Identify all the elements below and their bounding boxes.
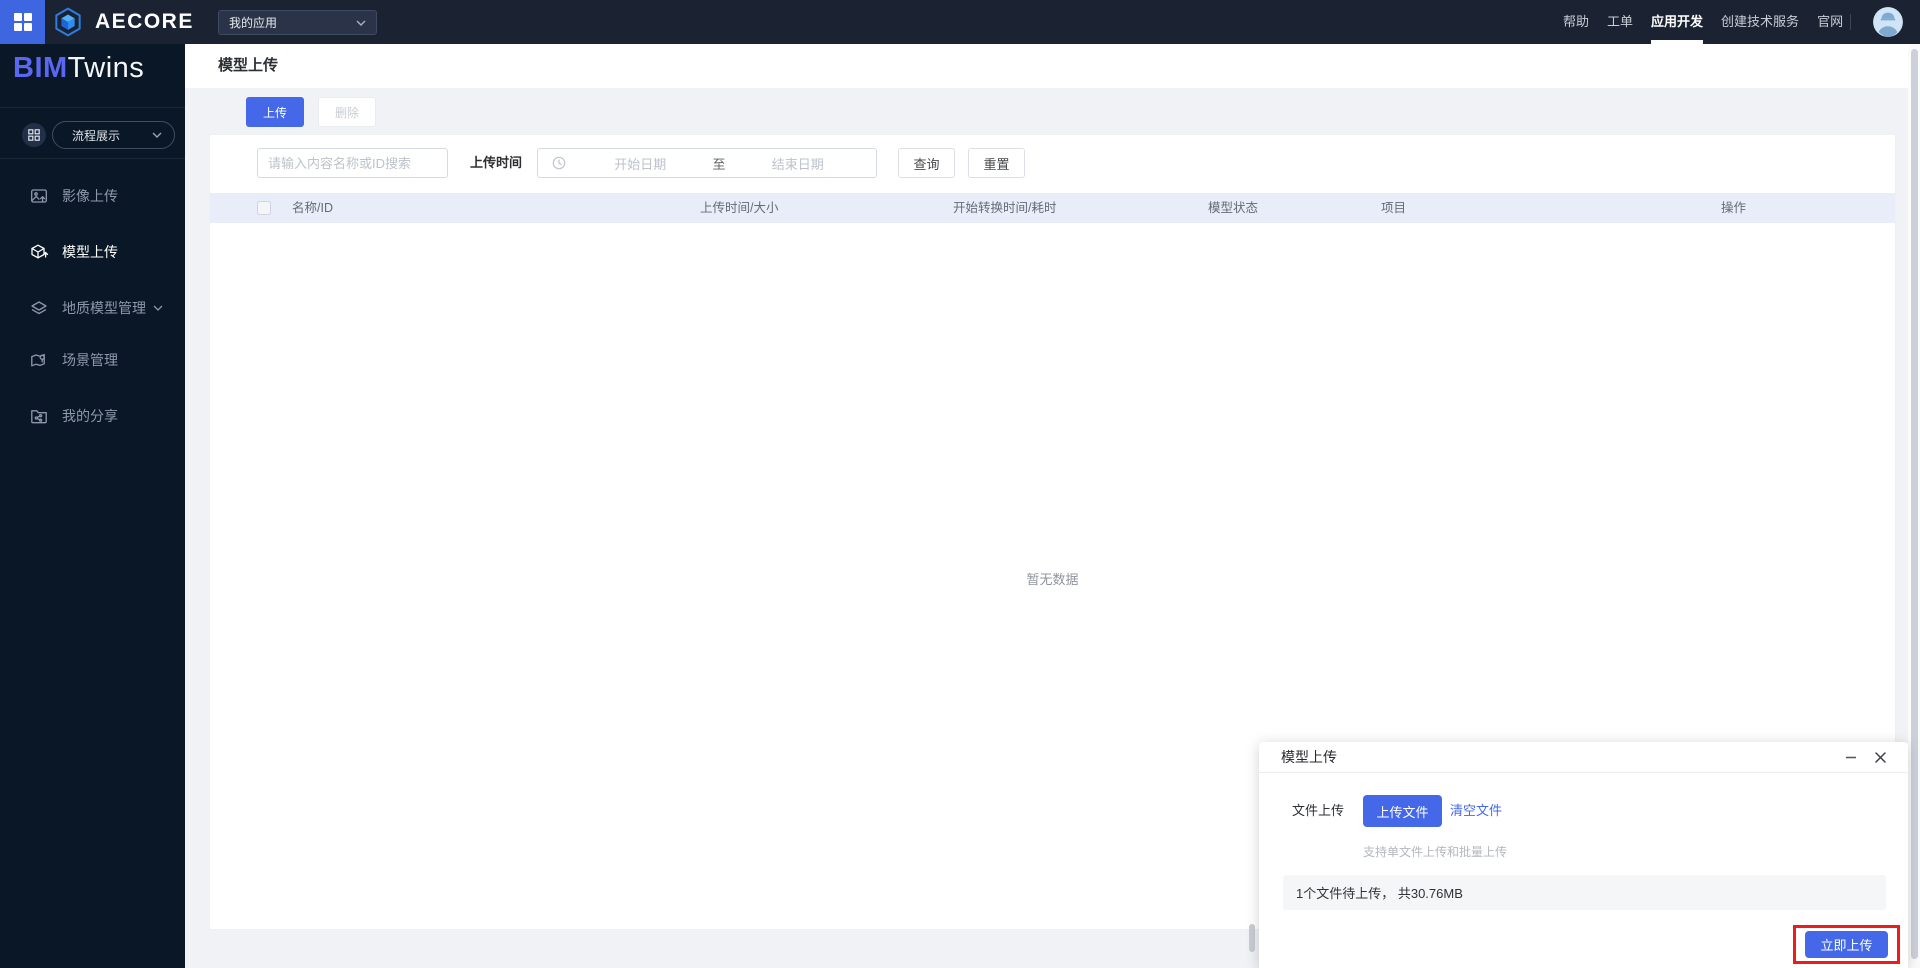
topbar-divider xyxy=(1850,14,1851,30)
search-input[interactable] xyxy=(257,148,448,178)
column-header-project: 项目 xyxy=(1381,201,1407,215)
sidebar-divider xyxy=(0,107,185,108)
app-launcher-button[interactable] xyxy=(0,0,45,44)
date-range-separator: 至 xyxy=(712,156,726,172)
workspace-select-value: 流程展示 xyxy=(72,128,121,143)
my-share-icon xyxy=(30,407,48,425)
empty-state-text: 暂无数据 xyxy=(1026,572,1079,587)
file-summary-box: 1个文件待上传， 共30.76MB xyxy=(1283,875,1886,910)
sidebar-item-label: 模型上传 xyxy=(62,244,118,260)
grid-outline-icon xyxy=(28,129,40,141)
modal-actions xyxy=(1843,749,1888,765)
workspace-row: 流程展示 xyxy=(0,121,185,149)
select-all-checkbox[interactable] xyxy=(257,201,271,215)
workspace-grid-button[interactable] xyxy=(22,123,46,147)
topbar-nav: 帮助 工单 应用开发 创建技术服务 官网 xyxy=(1563,0,1843,44)
delete-button[interactable]: 删除 xyxy=(318,97,376,127)
sidebar-item-label: 地质模型管理 xyxy=(62,300,146,316)
end-date-placeholder[interactable]: 结束日期 xyxy=(730,154,867,173)
nav-help[interactable]: 帮助 xyxy=(1563,0,1589,44)
file-upload-label: 文件上传 xyxy=(1292,803,1345,818)
column-header-model-status: 模型状态 xyxy=(1208,201,1259,215)
minimize-icon[interactable] xyxy=(1843,749,1859,765)
upload-file-button[interactable]: 上传文件 xyxy=(1363,795,1442,827)
image-upload-icon xyxy=(30,187,48,205)
upload-button[interactable]: 上传 xyxy=(246,97,304,127)
modal-title: 模型上传 xyxy=(1281,749,1337,765)
sidebar-divider xyxy=(0,158,185,159)
app-select-dropdown[interactable]: 我的应用 xyxy=(218,10,377,35)
topbar: AECORE 我的应用 帮助 工单 应用开发 创建技术服务 官网 xyxy=(0,0,1920,44)
page-scrollbar[interactable] xyxy=(1908,44,1920,968)
column-header-convert-time: 开始转换时间/耗时 xyxy=(953,201,1057,215)
file-upload-row: 文件上传 上传文件 清空文件 xyxy=(1259,795,1908,827)
sidebar-item-geology-model[interactable]: 地质模型管理 xyxy=(0,288,185,328)
sidebar-item-my-share[interactable]: 我的分享 xyxy=(0,396,185,436)
table-header-row: 名称/ID 上传时间/大小 开始转换时间/耗时 模型状态 项目 操作 xyxy=(210,193,1895,223)
column-header-actions: 操作 xyxy=(1721,201,1747,215)
scene-management-icon xyxy=(30,351,48,369)
nav-create-tech-service[interactable]: 创建技术服务 xyxy=(1721,0,1799,44)
sidebar-item-label: 影像上传 xyxy=(62,188,118,204)
chevron-down-icon xyxy=(153,305,163,311)
sidebar-item-label: 我的分享 xyxy=(62,408,118,424)
nav-work-order[interactable]: 工单 xyxy=(1607,0,1633,44)
chevron-down-icon xyxy=(356,20,366,26)
model-upload-modal: 模型上传 文件上传 上传文件 清空文件 支持单文件上传和批量上传 1个文件待上传… xyxy=(1259,742,1908,968)
upload-time-label: 上传时间 xyxy=(470,155,523,170)
sidebar-item-model-upload[interactable]: 模型上传 xyxy=(0,232,185,272)
bimtwins-logo: BIMTwins xyxy=(13,52,144,85)
close-icon[interactable] xyxy=(1872,749,1888,765)
column-header-upload-time: 上传时间/大小 xyxy=(700,201,779,215)
scrollbar-thumb[interactable] xyxy=(1911,49,1918,959)
inner-scrollbar-thumb[interactable] xyxy=(1249,924,1255,952)
logo-bim: BIM xyxy=(13,52,68,84)
sidebar: BIMTwins 流程展示 影像上传 模型上传 地质模型管理 场景管理 我的分享 xyxy=(0,44,185,968)
geology-model-icon xyxy=(30,299,48,317)
file-summary-text: 1个文件待上传， 共30.76MB xyxy=(1296,886,1463,901)
workspace-select-dropdown[interactable]: 流程展示 xyxy=(52,121,175,149)
chevron-down-icon xyxy=(152,132,162,138)
app-select-value: 我的应用 xyxy=(229,16,278,30)
clock-icon xyxy=(552,156,566,170)
brand-name: AECORE xyxy=(95,10,194,33)
page-title: 模型上传 xyxy=(218,57,279,74)
page-header: 模型上传 xyxy=(185,44,1920,88)
submit-upload-button[interactable]: 立即上传 xyxy=(1805,931,1888,958)
grid-icon xyxy=(13,13,32,31)
brand: AECORE xyxy=(53,0,194,44)
start-date-placeholder[interactable]: 开始日期 xyxy=(572,154,709,173)
aecore-logo-icon xyxy=(53,7,83,37)
query-button[interactable]: 查询 xyxy=(898,148,955,178)
model-upload-icon xyxy=(30,243,49,261)
upload-hint-text: 支持单文件上传和批量上传 xyxy=(1363,845,1508,859)
sidebar-item-scene-management[interactable]: 场景管理 xyxy=(0,340,185,380)
modal-header: 模型上传 xyxy=(1259,742,1908,773)
date-range-input[interactable]: 开始日期 至 结束日期 xyxy=(537,148,877,178)
clear-files-link[interactable]: 清空文件 xyxy=(1450,795,1502,827)
reset-button[interactable]: 重置 xyxy=(968,148,1025,178)
sidebar-item-image-upload[interactable]: 影像上传 xyxy=(0,176,185,216)
nav-official-site[interactable]: 官网 xyxy=(1817,0,1843,44)
highlight-annotation-box: 立即上传 xyxy=(1793,925,1900,964)
nav-app-development[interactable]: 应用开发 xyxy=(1651,0,1704,44)
logo-twins: Twins xyxy=(67,52,145,84)
app-screen: AECORE 我的应用 帮助 工单 应用开发 创建技术服务 官网 BIMTwin… xyxy=(0,0,1920,968)
user-avatar[interactable] xyxy=(1873,7,1903,37)
column-header-name-id: 名称/ID xyxy=(292,201,333,215)
sidebar-item-label: 场景管理 xyxy=(62,352,118,368)
